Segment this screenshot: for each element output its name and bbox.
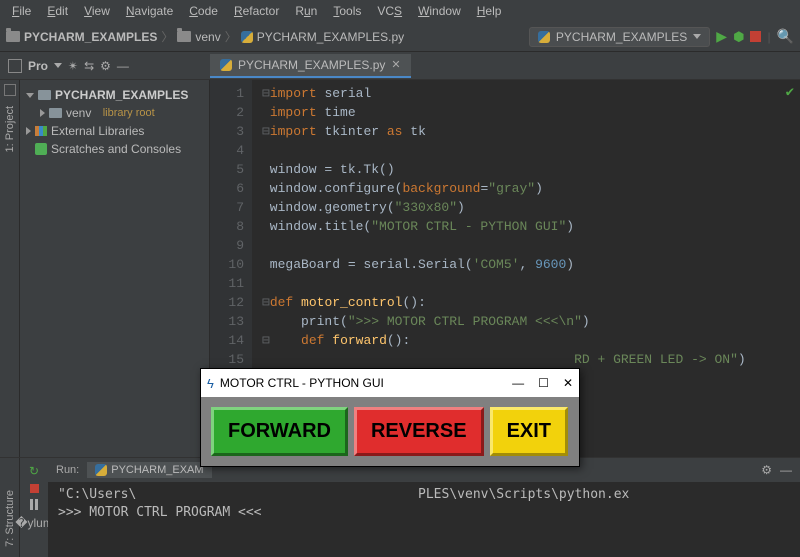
tkinter-title-text: MOTOR CTRL - PYTHON GUI (220, 376, 384, 390)
menu-tools[interactable]: Tools (325, 1, 369, 21)
menu-edit[interactable]: Edit (39, 1, 76, 21)
run-button[interactable]: ▶ (716, 28, 727, 45)
python-icon (95, 464, 107, 476)
close-button[interactable]: ✕ (563, 376, 573, 390)
breadcrumb: PYCHARM_EXAMPLES 〉 venv 〉 PYCHARM_EXAMPL… (6, 28, 523, 45)
project-view-icon[interactable] (8, 59, 22, 73)
tool-window-header: Pro ✴ ⇆ ⚙ — PYCHARM_EXAMPLES.py ✕ (0, 52, 800, 80)
tkinter-body: FORWARD REVERSE EXIT (201, 397, 579, 466)
folder-icon (38, 90, 51, 100)
expand-arrow-icon[interactable] (40, 109, 45, 117)
python-icon (538, 31, 550, 43)
run-controls: ↻ �ylum (20, 458, 48, 557)
navigation-toolbar: PYCHARM_EXAMPLES 〉 venv 〉 PYCHARM_EXAMPL… (0, 22, 800, 52)
run-label: Run: (56, 464, 79, 476)
chevron-down-icon (693, 34, 701, 39)
project-tree[interactable]: PYCHARM_EXAMPLES venv library root Exter… (20, 80, 210, 457)
python-icon (220, 59, 232, 71)
tkinter-titlebar[interactable]: ϟ MOTOR CTRL - PYTHON GUI — ☐ ✕ (201, 369, 579, 397)
menu-window[interactable]: Window (410, 1, 469, 21)
library-icon (35, 126, 47, 136)
forward-button[interactable]: FORWARD (211, 407, 348, 456)
project-tool-tab[interactable]: 1: Project (2, 100, 18, 158)
run-process-tab[interactable]: PYCHARM_EXAM (87, 462, 211, 478)
tkinter-window[interactable]: ϟ MOTOR CTRL - PYTHON GUI — ☐ ✕ FORWARD … (200, 368, 580, 467)
minimize-button[interactable]: — (512, 376, 524, 390)
chevron-right-icon: 〉 (161, 28, 173, 45)
exit-button[interactable]: EXIT (490, 407, 568, 456)
breadcrumb-folder[interactable]: venv (177, 30, 220, 44)
reverse-button[interactable]: REVERSE (354, 407, 484, 456)
inspection-ok-icon: ✔ (786, 84, 794, 101)
editor-tab-label: PYCHARM_EXAMPLES.py (238, 58, 385, 72)
menu-code[interactable]: Code (181, 1, 226, 21)
run-tool-window: 7: Structure ↻ �ylum Run: PYCHARM_EXAM ⚙… (0, 457, 800, 557)
chevron-down-icon[interactable] (54, 63, 62, 68)
breadcrumb-project[interactable]: PYCHARM_EXAMPLES (6, 30, 157, 44)
project-tab-icon[interactable] (4, 84, 16, 96)
menu-bar: File Edit View Navigate Code Refactor Ru… (0, 0, 800, 22)
search-everywhere-button[interactable]: 🔍 (777, 28, 794, 45)
hide-button[interactable]: — (780, 463, 792, 477)
breadcrumb-file[interactable]: PYCHARM_EXAMPLES.py (241, 30, 404, 44)
menu-file[interactable]: File (4, 1, 39, 21)
expand-arrow-icon[interactable] (26, 127, 31, 135)
python-icon (241, 31, 253, 43)
scratches-icon (35, 143, 47, 155)
stop-button[interactable] (750, 31, 761, 42)
gear-icon[interactable]: ⚙ (761, 463, 772, 477)
left-bottom-gutter: 7: Structure (0, 458, 20, 557)
close-tab-button[interactable]: ✕ (391, 58, 400, 71)
menu-help[interactable]: Help (469, 1, 510, 21)
rerun-button[interactable]: ↻ (29, 464, 39, 478)
tree-project-root[interactable]: PYCHARM_EXAMPLES (24, 86, 205, 104)
expand-arrow-icon[interactable] (26, 93, 34, 98)
menu-run[interactable]: Run (287, 1, 325, 21)
tk-feather-icon: ϟ (207, 376, 214, 391)
menu-refactor[interactable]: Refactor (226, 1, 287, 21)
select-opened-file-button[interactable]: ✴ (68, 59, 78, 73)
structure-tool-tab[interactable]: 7: Structure (2, 484, 18, 553)
chevron-right-icon: 〉 (225, 28, 237, 45)
run-configuration-selector[interactable]: PYCHARM_EXAMPLES (529, 27, 710, 47)
tree-scratches[interactable]: Scratches and Consoles (24, 140, 205, 158)
run-console[interactable]: "C:\Users\ PLES\venv\Scripts\python.ex >… (48, 482, 800, 557)
collapse-all-button[interactable]: ⇆ (84, 59, 94, 73)
editor-tab[interactable]: PYCHARM_EXAMPLES.py ✕ (210, 54, 411, 78)
project-tool-label: Pro (28, 59, 48, 73)
menu-navigate[interactable]: Navigate (118, 1, 181, 21)
maximize-button[interactable]: ☐ (538, 376, 549, 390)
hide-button[interactable]: — (117, 59, 129, 73)
folder-icon (177, 31, 191, 42)
tree-external-libraries[interactable]: External Libraries (24, 122, 205, 140)
tree-venv[interactable]: venv library root (24, 104, 205, 122)
left-gutter: 1: Project (0, 80, 20, 457)
menu-view[interactable]: View (76, 1, 118, 21)
folder-icon (49, 108, 62, 118)
menu-vcs[interactable]: VCS (369, 1, 410, 21)
pause-button[interactable] (30, 499, 38, 510)
debug-button[interactable]: ⬢ (733, 29, 744, 45)
stop-process-button[interactable] (30, 484, 39, 493)
folder-icon (6, 31, 20, 42)
gear-icon[interactable]: ⚙ (100, 59, 111, 73)
